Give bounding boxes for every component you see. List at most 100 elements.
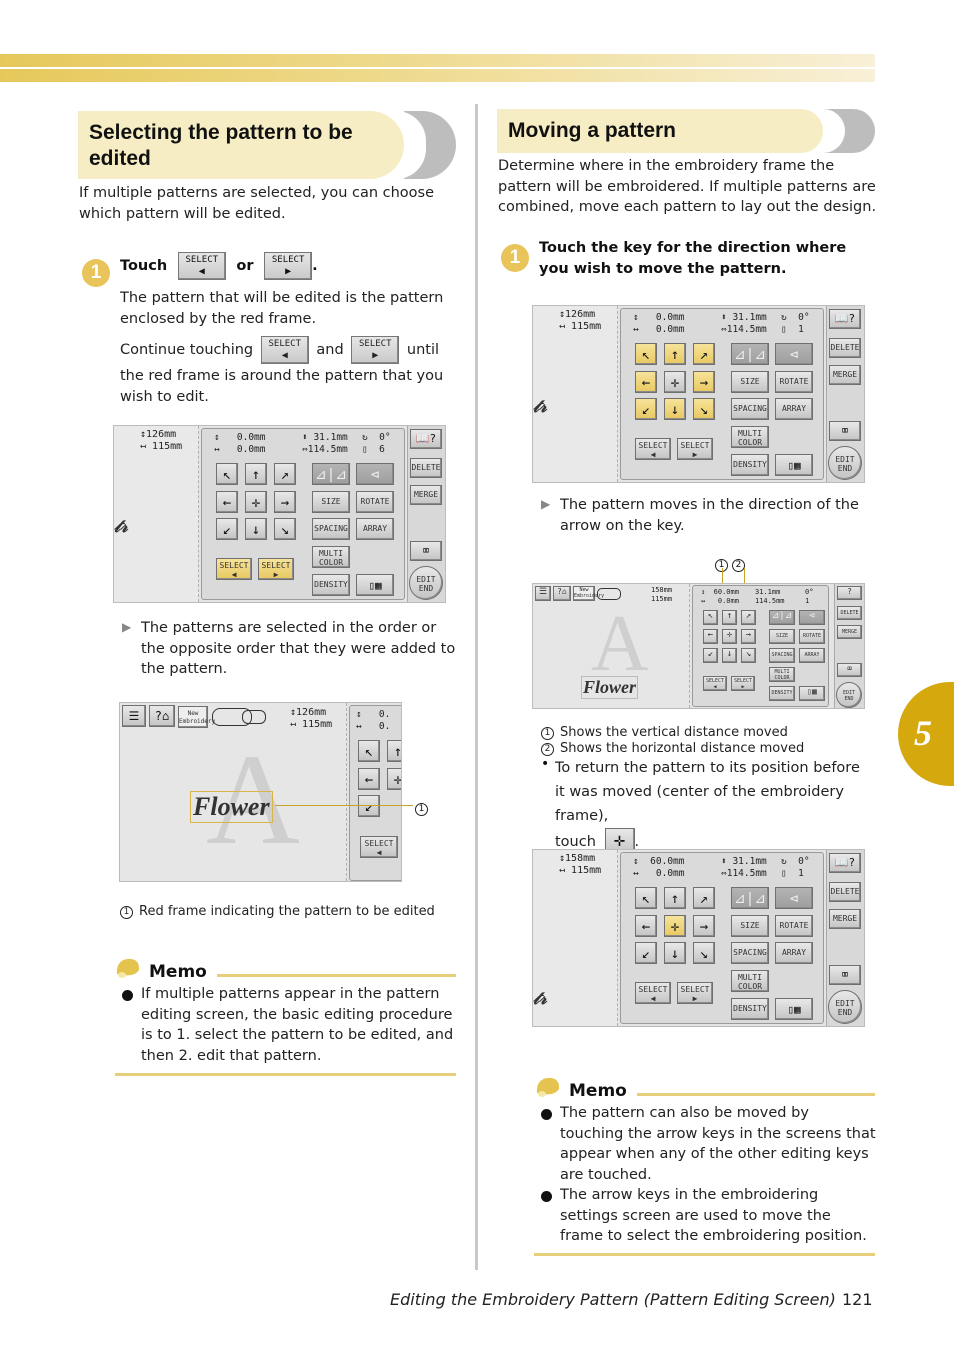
move-down-key[interactable]: ↓ xyxy=(722,648,737,663)
mirror-horizontal-key[interactable]: ⊿|⊿ xyxy=(312,463,350,485)
select-right-key[interactable]: SELECT ▶ xyxy=(731,676,755,691)
move-left-key[interactable]: ← xyxy=(635,915,657,937)
thread-color-key[interactable]: ▯▦ xyxy=(799,686,825,701)
select-left-key[interactable]: SELECT ◀ xyxy=(703,676,727,691)
merge-key[interactable]: MERGE xyxy=(829,365,861,385)
frame-key[interactable]: ⌧ xyxy=(410,541,442,561)
multi-color-key[interactable]: MULTI COLOR xyxy=(769,667,795,682)
move-down-right-key[interactable]: ↘ xyxy=(741,648,756,663)
move-down-key[interactable]: ↓ xyxy=(664,398,686,420)
select-left-key[interactable]: SELECT ◀ xyxy=(635,982,671,1004)
move-up-left-key[interactable]: ↖ xyxy=(635,343,657,365)
move-right-key[interactable]: → xyxy=(274,491,296,513)
delete-key[interactable]: DELETE xyxy=(829,338,861,358)
move-left-key[interactable]: ← xyxy=(216,491,238,513)
move-up-key[interactable]: ↑ xyxy=(664,343,686,365)
thread-color-key[interactable]: ▯▦ xyxy=(775,454,813,476)
density-key[interactable]: DENSITY xyxy=(312,574,350,596)
move-right-key[interactable]: → xyxy=(693,915,715,937)
select-left-key[interactable]: SELECT ◀ xyxy=(360,836,398,858)
list-icon[interactable]: ☰ xyxy=(535,586,551,601)
move-down-right-key[interactable]: ↘ xyxy=(274,518,296,540)
mirror-vertical-key[interactable]: ⊲ xyxy=(799,610,825,625)
edit-end-key[interactable]: EDIT END xyxy=(409,566,443,600)
move-up-left-key[interactable]: ↖ xyxy=(216,463,238,485)
edit-end-key[interactable]: EDIT END xyxy=(828,990,862,1024)
size-key[interactable]: SIZE xyxy=(731,371,769,393)
mirror-vertical-key[interactable]: ⊲ xyxy=(775,887,813,909)
merge-key[interactable]: MERGE xyxy=(829,909,861,929)
edit-end-key[interactable]: EDIT END xyxy=(828,446,862,480)
size-key[interactable]: SIZE xyxy=(312,491,350,513)
move-left-key[interactable]: ← xyxy=(358,768,380,790)
delete-key[interactable]: DELETE xyxy=(410,458,442,478)
array-key[interactable]: ARRAY xyxy=(775,398,813,420)
density-key[interactable]: DENSITY xyxy=(731,454,769,476)
multi-color-key[interactable]: MULTI COLOR xyxy=(731,970,769,992)
rotate-key[interactable]: ROTATE xyxy=(775,915,813,937)
move-right-key[interactable]: → xyxy=(741,629,756,644)
select-left-key[interactable]: SELECT ◀ xyxy=(216,558,252,580)
center-key[interactable]: ✛ xyxy=(245,491,267,513)
mirror-horizontal-key[interactable]: ⊿|⊿ xyxy=(731,343,769,365)
help-key[interactable]: 📖? xyxy=(829,853,861,873)
thread-color-key[interactable]: ▯▦ xyxy=(775,998,813,1020)
select-right-key[interactable]: SELECT ▶ xyxy=(258,558,294,580)
center-key[interactable]: ✛ xyxy=(387,768,401,790)
spacing-key[interactable]: SPACING xyxy=(731,398,769,420)
move-left-key[interactable]: ← xyxy=(635,371,657,393)
move-down-key[interactable]: ↓ xyxy=(245,518,267,540)
center-key[interactable]: ✛ xyxy=(664,915,686,937)
help-key[interactable]: 📖? xyxy=(829,309,861,329)
select-left-key[interactable]: SELECT ◀ xyxy=(177,252,226,280)
thread-color-key[interactable]: ▯▦ xyxy=(356,574,394,596)
select-right-key[interactable]: SELECT ▶ xyxy=(677,982,713,1004)
multi-color-key[interactable]: MULTI COLOR xyxy=(731,426,769,448)
move-up-key[interactable]: ↑ xyxy=(387,740,401,762)
density-key[interactable]: DENSITY xyxy=(769,686,795,701)
mirror-vertical-key[interactable]: ⊲ xyxy=(775,343,813,365)
list-icon[interactable]: ☰ xyxy=(122,705,146,727)
delete-key[interactable]: DELETE xyxy=(829,882,861,902)
new-embroidery-key[interactable]: New Embroidery xyxy=(573,586,604,601)
move-down-left-key[interactable]: ↙ xyxy=(635,942,657,964)
edit-end-key[interactable]: EDIT END xyxy=(836,682,862,708)
center-key[interactable]: ✛ xyxy=(722,629,737,644)
move-down-right-key[interactable]: ↘ xyxy=(693,942,715,964)
move-up-right-key[interactable]: ↗ xyxy=(693,887,715,909)
rotate-key[interactable]: ROTATE xyxy=(799,629,825,644)
machine-help-icon[interactable]: ?⌂ xyxy=(553,586,571,601)
help-key[interactable]: ? xyxy=(837,586,862,600)
move-up-key[interactable]: ↑ xyxy=(664,887,686,909)
frame-key[interactable]: ⌧ xyxy=(837,663,862,677)
move-down-key[interactable]: ↓ xyxy=(664,942,686,964)
select-right-key[interactable]: SELECT ▶ xyxy=(351,336,400,364)
mirror-vertical-key[interactable]: ⊲ xyxy=(356,463,394,485)
move-up-left-key[interactable]: ↖ xyxy=(358,740,380,762)
select-right-key[interactable]: SELECT ▶ xyxy=(677,438,713,460)
multi-color-key[interactable]: MULTI COLOR xyxy=(312,546,350,568)
select-left-key[interactable]: SELECT ◀ xyxy=(635,438,671,460)
move-left-key[interactable]: ← xyxy=(703,629,718,644)
merge-key[interactable]: MERGE xyxy=(837,625,862,639)
delete-key[interactable]: DELETE xyxy=(837,606,862,620)
frame-key[interactable]: ⌧ xyxy=(829,421,861,441)
size-key[interactable]: SIZE xyxy=(731,915,769,937)
center-key[interactable]: ✛ xyxy=(664,371,686,393)
array-key[interactable]: ARRAY xyxy=(775,942,813,964)
merge-key[interactable]: MERGE xyxy=(410,485,442,505)
move-down-left-key[interactable]: ↙ xyxy=(358,795,380,817)
help-key[interactable]: 📖? xyxy=(410,429,442,449)
move-up-right-key[interactable]: ↗ xyxy=(693,343,715,365)
spacing-key[interactable]: SPACING xyxy=(312,518,350,540)
select-right-key[interactable]: SELECT ▶ xyxy=(264,252,313,280)
array-key[interactable]: ARRAY xyxy=(799,648,825,663)
density-key[interactable]: DENSITY xyxy=(731,998,769,1020)
move-up-right-key[interactable]: ↗ xyxy=(741,610,756,625)
rotate-key[interactable]: ROTATE xyxy=(775,371,813,393)
move-up-left-key[interactable]: ↖ xyxy=(635,887,657,909)
move-up-key[interactable]: ↑ xyxy=(722,610,737,625)
frame-key[interactable]: ⌧ xyxy=(829,965,861,985)
rotate-key[interactable]: ROTATE xyxy=(356,491,394,513)
new-embroidery-key[interactable]: New Embroidery xyxy=(178,706,215,728)
